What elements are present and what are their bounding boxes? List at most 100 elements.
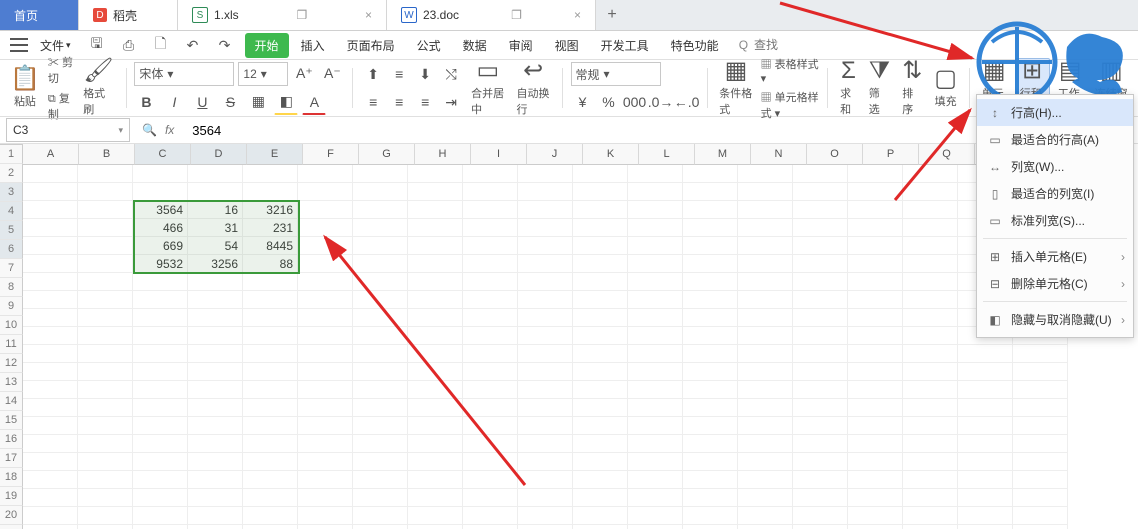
cell-N16[interactable]: [738, 435, 793, 453]
cell-Q3[interactable]: [903, 201, 958, 219]
cell-B18[interactable]: [78, 471, 133, 489]
cell-A16[interactable]: [23, 435, 78, 453]
cell-I18[interactable]: [463, 471, 518, 489]
cell-D5[interactable]: 54: [188, 237, 243, 255]
cell-A20[interactable]: [23, 507, 78, 525]
ribbon-tab-formulas[interactable]: 公式: [407, 33, 451, 58]
cell-I17[interactable]: [463, 453, 518, 471]
cell-H6[interactable]: [408, 255, 463, 273]
cell-E13[interactable]: [243, 381, 298, 399]
cell-R15[interactable]: [958, 417, 1013, 435]
cell-O6[interactable]: [793, 255, 848, 273]
cell-I1[interactable]: [463, 165, 518, 183]
cell-H4[interactable]: [408, 219, 463, 237]
cell-L9[interactable]: [628, 309, 683, 327]
cell-C9[interactable]: [133, 309, 188, 327]
comma-icon[interactable]: 000: [623, 90, 647, 114]
cell-D20[interactable]: [188, 507, 243, 525]
table-style-button[interactable]: ▦ 表格样式 ▾: [761, 56, 820, 85]
row-header-6[interactable]: 6: [0, 240, 23, 259]
cell-J18[interactable]: [518, 471, 573, 489]
cell-E15[interactable]: [243, 417, 298, 435]
cell-N20[interactable]: [738, 507, 793, 525]
cell-L2[interactable]: [628, 183, 683, 201]
cell-O21[interactable]: [793, 525, 848, 529]
cell-F18[interactable]: [298, 471, 353, 489]
cells-area[interactable]: 3564163216466312316695484459532325688: [23, 165, 1138, 529]
ribbon-tab-review[interactable]: 审阅: [499, 33, 543, 58]
cell-H16[interactable]: [408, 435, 463, 453]
row-header-17[interactable]: 17: [0, 449, 23, 468]
cell-I13[interactable]: [463, 381, 518, 399]
cell-C11[interactable]: [133, 345, 188, 363]
column-header-Q[interactable]: Q: [919, 144, 975, 165]
column-header-K[interactable]: K: [583, 144, 639, 165]
cell-Q5[interactable]: [903, 237, 958, 255]
align-center-icon[interactable]: ≡: [387, 90, 411, 114]
row-header-10[interactable]: 10: [0, 316, 23, 335]
cell-J20[interactable]: [518, 507, 573, 525]
cell-R21[interactable]: [958, 525, 1013, 529]
increase-decimal-icon[interactable]: .0→: [649, 90, 673, 114]
cell-C16[interactable]: [133, 435, 188, 453]
cell-P20[interactable]: [848, 507, 903, 525]
cell-Q7[interactable]: [903, 273, 958, 291]
row-header-16[interactable]: 16: [0, 430, 23, 449]
cell-G20[interactable]: [353, 507, 408, 525]
cell-I8[interactable]: [463, 291, 518, 309]
cell-L19[interactable]: [628, 489, 683, 507]
undo-icon[interactable]: ↶: [181, 33, 205, 57]
cell-H17[interactable]: [408, 453, 463, 471]
cell-B2[interactable]: [78, 183, 133, 201]
cell-K4[interactable]: [573, 219, 628, 237]
cell-G9[interactable]: [353, 309, 408, 327]
cell-C17[interactable]: [133, 453, 188, 471]
cell-K5[interactable]: [573, 237, 628, 255]
menu-std-col-width[interactable]: ▭标准列宽(S)...: [977, 207, 1133, 234]
cell-K7[interactable]: [573, 273, 628, 291]
row-header-18[interactable]: 18: [0, 468, 23, 487]
cell-J2[interactable]: [518, 183, 573, 201]
cell-I7[interactable]: [463, 273, 518, 291]
cell-D2[interactable]: [188, 183, 243, 201]
sum-button[interactable]: Σ求和: [836, 59, 861, 117]
menu-col-width[interactable]: ↔列宽(W)...: [977, 153, 1133, 180]
align-middle-icon[interactable]: ≡: [387, 62, 411, 86]
cell-A1[interactable]: [23, 165, 78, 183]
cell-G4[interactable]: [353, 219, 408, 237]
align-top-icon[interactable]: ⬆: [361, 62, 385, 86]
cell-B1[interactable]: [78, 165, 133, 183]
cell-A7[interactable]: [23, 273, 78, 291]
font-color-icon[interactable]: A: [302, 90, 326, 115]
tab-file-xls[interactable]: S 1.xls ❐ ×: [178, 0, 387, 30]
cell-I3[interactable]: [463, 201, 518, 219]
cell-E9[interactable]: [243, 309, 298, 327]
cell-E11[interactable]: [243, 345, 298, 363]
cell-N19[interactable]: [738, 489, 793, 507]
cell-N4[interactable]: [738, 219, 793, 237]
cell-L18[interactable]: [628, 471, 683, 489]
cell-S19[interactable]: [1013, 489, 1068, 507]
row-header-11[interactable]: 11: [0, 335, 23, 354]
cell-D16[interactable]: [188, 435, 243, 453]
cell-O20[interactable]: [793, 507, 848, 525]
cell-F2[interactable]: [298, 183, 353, 201]
cell-L7[interactable]: [628, 273, 683, 291]
cell-A18[interactable]: [23, 471, 78, 489]
bold-icon[interactable]: B: [134, 90, 158, 114]
cell-C21[interactable]: [133, 525, 188, 529]
cell-J19[interactable]: [518, 489, 573, 507]
cell-F11[interactable]: [298, 345, 353, 363]
cell-M8[interactable]: [683, 291, 738, 309]
cell-D11[interactable]: [188, 345, 243, 363]
cell-A10[interactable]: [23, 327, 78, 345]
row-header-3[interactable]: 3: [0, 183, 23, 202]
cell-E8[interactable]: [243, 291, 298, 309]
cell-F16[interactable]: [298, 435, 353, 453]
strike-icon[interactable]: S: [218, 90, 242, 114]
cell-S18[interactable]: [1013, 471, 1068, 489]
cell-L17[interactable]: [628, 453, 683, 471]
fill-color-icon[interactable]: ◧: [274, 90, 298, 115]
cell-A19[interactable]: [23, 489, 78, 507]
print-preview-icon[interactable]: 🗋: [149, 33, 173, 57]
